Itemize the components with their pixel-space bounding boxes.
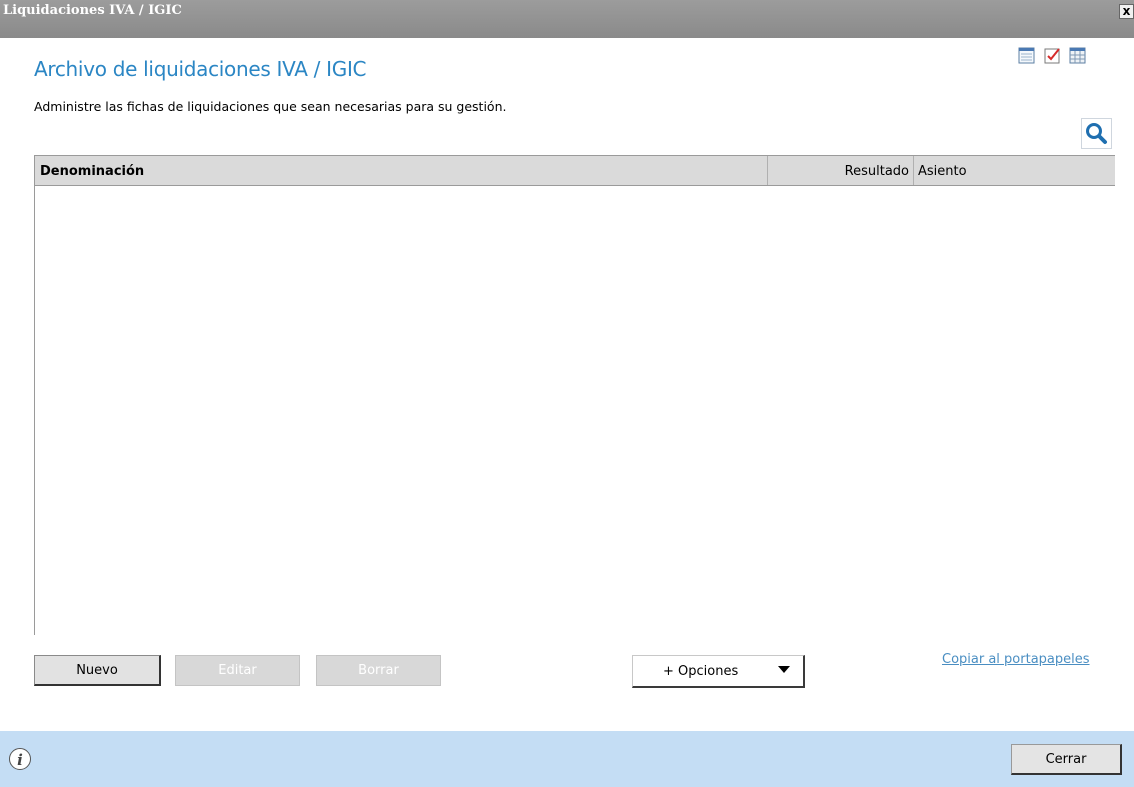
footer-bar (0, 731, 1134, 787)
options-label: + Opciones (663, 664, 739, 679)
table-header: Denominación Resultado Asiento (35, 156, 1115, 186)
options-dropdown-button[interactable]: + Opciones (632, 655, 805, 688)
magnifier-icon (1086, 123, 1107, 144)
new-button[interactable]: Nuevo (34, 655, 161, 686)
copy-to-clipboard-link[interactable]: Copiar al portapapeles (942, 652, 1090, 667)
dialog-window: Liquidaciones IVA / IGIC x Archivo de li… (0, 0, 1134, 787)
delete-button[interactable]: Borrar (316, 655, 441, 686)
search-button[interactable] (1081, 118, 1112, 149)
column-header-denominacion[interactable]: Denominación (40, 156, 765, 185)
checklist-icon[interactable] (1044, 47, 1061, 64)
close-window-button[interactable]: x (1119, 4, 1134, 19)
close-button[interactable]: Cerrar (1011, 744, 1122, 775)
grid-calendar-icon[interactable] (1069, 47, 1086, 64)
window-title: Liquidaciones IVA / IGIC (3, 3, 182, 18)
column-header-asiento[interactable]: Asiento (913, 156, 1113, 185)
dropdown-arrow-icon (778, 666, 790, 673)
title-bar: Liquidaciones IVA / IGIC x (0, 0, 1134, 38)
edit-button[interactable]: Editar (175, 655, 300, 686)
liquidations-table[interactable]: Denominación Resultado Asiento (34, 155, 1115, 635)
page-subtitle: Administre las fichas de liquidaciones q… (34, 99, 507, 114)
column-header-resultado[interactable]: Resultado (767, 156, 913, 185)
page-title: Archivo de liquidaciones IVA / IGIC (34, 57, 367, 81)
calendar-icon[interactable] (1018, 47, 1035, 64)
info-icon[interactable]: i (9, 748, 31, 770)
